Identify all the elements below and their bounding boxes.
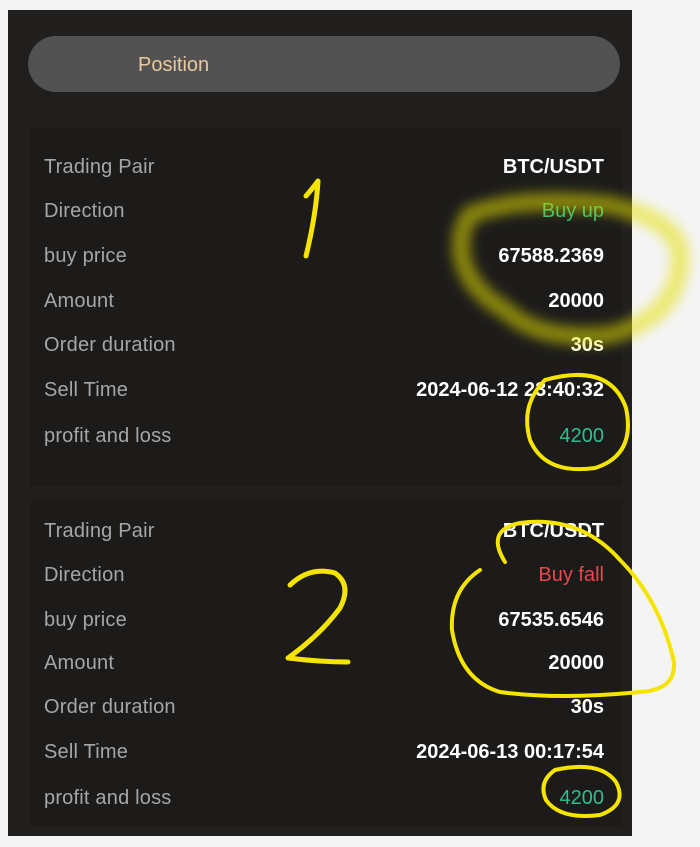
amount-value: 20000 bbox=[548, 652, 604, 674]
order-duration-label: Order duration bbox=[44, 696, 176, 718]
sell-time-value: 2024-06-12 23:40:32 bbox=[416, 379, 604, 401]
row-buy-price: buy price 67535.6546 bbox=[44, 605, 604, 635]
profit-and-loss-value: 4200 bbox=[559, 425, 605, 447]
row-sell-time: Sell Time 2024-06-13 00:17:54 bbox=[44, 737, 604, 767]
row-amount: Amount 20000 bbox=[44, 648, 604, 678]
profit-and-loss-value: 4200 bbox=[559, 787, 605, 809]
direction-value: Buy fall bbox=[538, 564, 604, 586]
trading-pair-label: Trading Pair bbox=[44, 520, 155, 542]
row-sell-time: Sell Time 2024-06-12 23:40:32 bbox=[44, 375, 604, 405]
order-card: Trading Pair BTC/USDT Direction Buy up b… bbox=[30, 128, 622, 486]
profit-and-loss-label: profit and loss bbox=[44, 787, 172, 809]
row-direction: Direction Buy up bbox=[44, 196, 604, 226]
tab-position-label: Position bbox=[138, 54, 210, 76]
sell-time-label: Sell Time bbox=[44, 741, 129, 763]
row-trading-pair: Trading Pair BTC/USDT bbox=[44, 152, 604, 182]
row-profit-and-loss: profit and loss 4200 bbox=[44, 783, 604, 813]
trading-pair-value: BTC/USDT bbox=[502, 156, 604, 178]
order-duration-value: 30s bbox=[570, 334, 604, 356]
sell-time-value: 2024-06-13 00:17:54 bbox=[416, 741, 604, 763]
row-buy-price: buy price 67588.2369 bbox=[44, 241, 604, 271]
order-duration-value: 30s bbox=[570, 696, 604, 718]
row-order-duration: Order duration 30s bbox=[44, 692, 604, 722]
row-trading-pair: Trading Pair BTC/USDT bbox=[44, 516, 604, 546]
tab-position[interactable]: Position bbox=[28, 36, 620, 92]
buy-price-value: 67535.6546 bbox=[498, 609, 604, 631]
amount-label: Amount bbox=[44, 290, 115, 312]
amount-value: 20000 bbox=[548, 290, 604, 312]
position-panel: Position Trading Pair BTC/USDT Direction… bbox=[8, 10, 632, 836]
order-duration-label: Order duration bbox=[44, 334, 176, 356]
sell-time-label: Sell Time bbox=[44, 379, 129, 401]
buy-price-value: 67588.2369 bbox=[498, 245, 604, 267]
amount-label: Amount bbox=[44, 652, 115, 674]
direction-value: Buy up bbox=[541, 200, 604, 222]
buy-price-label: buy price bbox=[44, 609, 127, 631]
trading-pair-value: BTC/USDT bbox=[502, 520, 604, 542]
direction-label: Direction bbox=[44, 200, 125, 222]
row-order-duration: Order duration 30s bbox=[44, 330, 604, 360]
direction-label: Direction bbox=[44, 564, 125, 586]
row-amount: Amount 20000 bbox=[44, 286, 604, 316]
profit-and-loss-label: profit and loss bbox=[44, 425, 172, 447]
row-direction: Direction Buy fall bbox=[44, 560, 604, 590]
row-profit-and-loss: profit and loss 4200 bbox=[44, 421, 604, 451]
buy-price-label: buy price bbox=[44, 245, 127, 267]
trading-pair-label: Trading Pair bbox=[44, 156, 155, 178]
order-card: Trading Pair BTC/USDT Direction Buy fall… bbox=[30, 500, 622, 826]
